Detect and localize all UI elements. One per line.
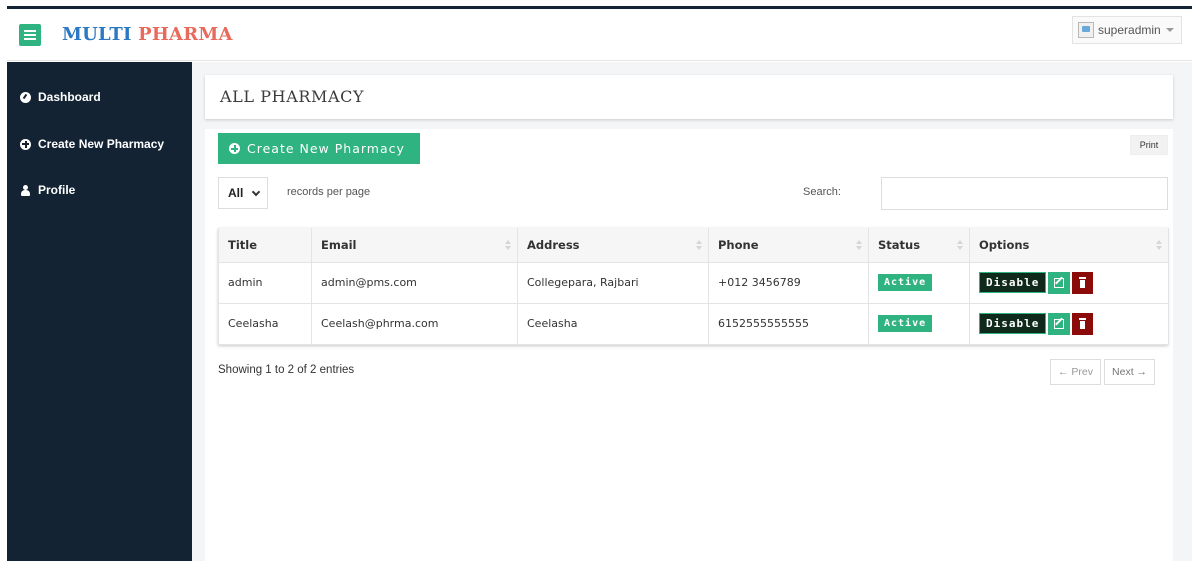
main-area: ALL PHARMACY Create New Pharmacy Print A…	[192, 62, 1192, 561]
disable-button[interactable]: Disable	[979, 272, 1047, 293]
records-per-page-label: records per page	[287, 186, 371, 198]
cell-phone: 6152555555555	[708, 302, 869, 345]
sort-icon	[505, 240, 511, 251]
chevron-down-icon	[252, 187, 261, 196]
search-input[interactable]	[881, 177, 1168, 210]
column-header-status[interactable]: Status	[868, 228, 970, 263]
username: superadmin	[1098, 23, 1161, 37]
print-button[interactable]: Print	[1130, 135, 1168, 155]
prev-button[interactable]: ← Prev	[1050, 359, 1102, 385]
cell-options: Disable	[969, 261, 1169, 304]
sort-icon	[957, 240, 963, 251]
sidebar-item-label: Create New Pharmacy	[38, 137, 165, 151]
pagination: ← Prev Next →	[1050, 359, 1156, 385]
page-title: ALL PHARMACY	[220, 87, 365, 106]
cell-title: admin	[218, 261, 312, 304]
edit-icon[interactable]	[1048, 312, 1071, 335]
title-card: ALL PHARMACY	[205, 75, 1173, 119]
trash-icon[interactable]	[1072, 312, 1094, 335]
create-pharmacy-button[interactable]: Create New Pharmacy	[218, 133, 420, 164]
next-button[interactable]: Next →	[1104, 359, 1156, 385]
brand-part1: MULTI	[62, 24, 132, 45]
user-menu[interactable]: superadmin	[1072, 16, 1182, 44]
status-badge: Active	[878, 315, 933, 332]
plus-circle-icon	[20, 138, 31, 150]
column-header-address[interactable]: Address	[517, 228, 709, 263]
cell-address: Ceelasha	[517, 302, 709, 345]
sort-icon	[696, 240, 702, 251]
sidebar-item-create-pharmacy[interactable]: Create New Pharmacy	[7, 129, 192, 159]
column-header-email[interactable]: Email	[311, 228, 518, 263]
sidebar-item-profile[interactable]: Profile	[7, 175, 192, 205]
sort-icon	[1156, 240, 1162, 251]
table-row: Ceelasha Ceelash@phrma.com Ceelasha 6152…	[218, 302, 1169, 345]
records-per-page-value: All	[228, 186, 244, 200]
search-label: Search:	[803, 186, 841, 198]
cell-phone: +012 3456789	[708, 261, 869, 304]
sort-icon	[856, 240, 862, 251]
table-info: Showing 1 to 2 of 2 entries	[218, 364, 355, 376]
sidebar: Dashboard Create New Pharmacy Profile	[7, 62, 192, 561]
hamburger-menu-icon[interactable]	[19, 24, 41, 46]
sidebar-item-label: Dashboard	[38, 90, 101, 104]
disable-button[interactable]: Disable	[979, 313, 1047, 334]
status-badge: Active	[878, 274, 933, 291]
plus-circle-icon	[229, 143, 240, 154]
column-header-phone[interactable]: Phone	[708, 228, 869, 263]
cell-email: admin@pms.com	[311, 261, 518, 304]
table-header-row: Title Email Address Phone Status Options	[218, 228, 1169, 263]
column-header-options[interactable]: Options	[969, 228, 1169, 263]
edit-icon[interactable]	[1048, 271, 1071, 294]
pharmacy-table: Title Email Address Phone Status Options…	[218, 228, 1169, 345]
user-icon	[20, 184, 31, 196]
content-panel: Create New Pharmacy Print All records pe…	[205, 129, 1173, 561]
header: MULTI PHARMA superadmin	[7, 9, 1192, 61]
cell-status: Active	[868, 302, 970, 345]
cell-address: Collegepara, Rajbari	[517, 261, 709, 304]
caret-down-icon	[1165, 28, 1174, 32]
app-root: MULTI PHARMA superadmin Dashboard Create…	[0, 0, 1192, 561]
records-per-page-select[interactable]: All	[218, 177, 268, 209]
sidebar-item-label: Profile	[38, 183, 76, 197]
sidebar-item-dashboard[interactable]: Dashboard	[7, 82, 192, 112]
create-button-label: Create New Pharmacy	[247, 141, 405, 156]
cell-options: Disable	[969, 302, 1169, 345]
cell-status: Active	[868, 261, 970, 304]
table-row: admin admin@pms.com Collegepara, Rajbari…	[218, 261, 1169, 304]
brand-part2: PHARMA	[138, 24, 233, 45]
column-header-title[interactable]: Title	[218, 228, 312, 263]
dashboard-icon	[20, 91, 31, 103]
cell-title: Ceelasha	[218, 302, 312, 345]
avatar-icon	[1078, 22, 1094, 38]
brand-logo[interactable]: MULTI PHARMA	[62, 24, 233, 45]
trash-icon[interactable]	[1072, 271, 1094, 294]
cell-email: Ceelash@phrma.com	[311, 302, 518, 345]
